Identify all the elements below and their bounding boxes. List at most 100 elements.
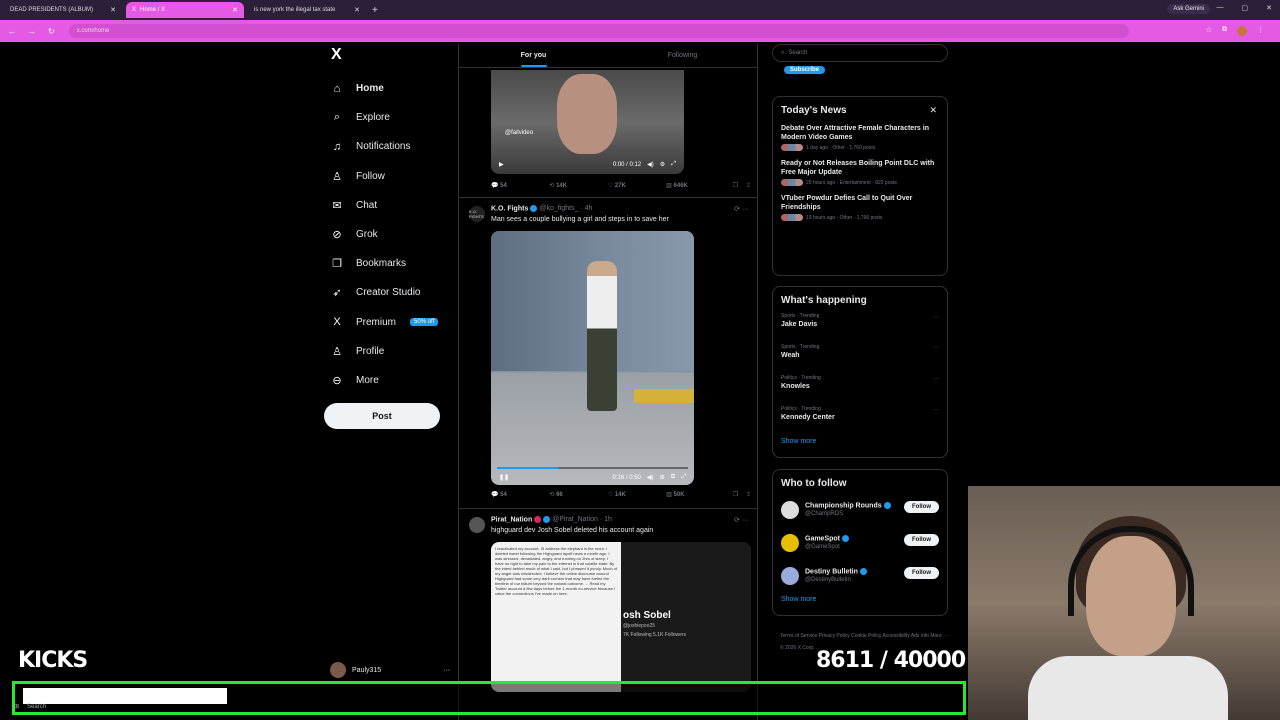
ask-gemini-button[interactable]: Ask Gemini <box>1167 4 1210 14</box>
news-item[interactable]: VTuber Powdur Defies Call to Quit Over F… <box>773 190 947 225</box>
more-dots-icon[interactable]: ··· <box>933 345 939 351</box>
forward-icon[interactable]: → <box>28 27 36 36</box>
nav-item-chat[interactable]: ✉ Chat <box>324 191 454 220</box>
pip-icon[interactable]: ⧉ <box>671 474 675 481</box>
browser-tab-home[interactable]: X Home / X ✕ <box>126 2 244 18</box>
profile-avatar[interactable] <box>1237 26 1247 36</box>
tab-following[interactable]: Following <box>608 44 757 67</box>
extensions-icon[interactable]: ⧉ <box>1222 26 1227 36</box>
x-logo-icon[interactable]: X <box>331 46 454 64</box>
nav-item-profile[interactable]: ♙ Profile <box>324 337 454 366</box>
bookmark-icon[interactable]: ❐ <box>733 491 738 498</box>
star-icon[interactable]: ☆ <box>1206 26 1212 36</box>
minimize-icon[interactable]: — <box>1217 4 1224 12</box>
search-input[interactable]: ⌕ Search <box>772 44 948 62</box>
repost-count: 66 <box>556 492 563 498</box>
browser-tab-music[interactable]: DEAD PRESIDENTS (ALBUM) ✕ <box>4 2 122 18</box>
video-player[interactable]: ❚❚ 0:16 / 0:50 ◀) ⚙ ⧉ ⤢ <box>491 231 694 485</box>
more-dots-icon[interactable]: ··· <box>933 407 939 413</box>
follow-button[interactable]: Follow <box>904 567 939 579</box>
volume-icon[interactable]: ◀) <box>647 161 654 168</box>
account-switcher[interactable]: Pauly315 ··· <box>330 662 450 678</box>
browser-tab-search[interactable]: is new york the illegal tax state ✕ <box>248 2 366 18</box>
avatar[interactable] <box>781 533 799 552</box>
close-tab-icon[interactable]: ✕ <box>232 6 238 14</box>
more-dots-icon[interactable]: ··· <box>933 376 939 382</box>
avatar[interactable] <box>781 500 799 519</box>
repost-button[interactable]: ⟲ 66 <box>549 491 607 498</box>
settings-icon[interactable]: ⚙ <box>660 161 665 168</box>
settings-icon[interactable]: ⚙ <box>660 474 665 481</box>
views-button[interactable]: ▥ 646K <box>666 182 724 189</box>
grok-icon[interactable]: ⟳ <box>734 517 740 524</box>
play-icon[interactable]: ▶ <box>499 161 504 168</box>
subscribe-button[interactable]: Subscribe <box>784 66 826 74</box>
account-name: Pauly315 <box>352 666 382 674</box>
post-image[interactable]: I reactivated my account, I'll address t… <box>491 542 751 692</box>
news-item[interactable]: Ready or Not Releases Boiling Point DLC … <box>773 155 947 190</box>
more-dots-icon[interactable]: ··· <box>443 667 450 674</box>
tab-for-you[interactable]: For you <box>459 44 608 67</box>
avatar[interactable] <box>781 566 799 585</box>
taskbar-search[interactable]: Search <box>27 704 46 710</box>
close-icon[interactable]: ✕ <box>929 105 937 116</box>
more-dots-icon[interactable]: ··· <box>742 206 749 213</box>
close-window-icon[interactable]: ✕ <box>1266 4 1272 12</box>
trend-item[interactable]: Politics · Trending Kennedy Center ··· <box>773 403 947 434</box>
video-player[interactable]: @failvideo ▶ 0:00 / 0:12 ◀) ⚙ ⤢ <box>491 70 684 174</box>
windows-icon[interactable]: ⊞ <box>14 703 19 710</box>
repost-button[interactable]: ⟲ 14K <box>549 182 607 189</box>
post-author[interactable]: K.O. Fights @ko_fights_ · 4h <box>491 205 592 212</box>
news-item[interactable]: Debate Over Attractive Female Characters… <box>773 120 947 155</box>
nav-item-notifications[interactable]: ♫ Notifications <box>324 132 454 161</box>
more-dots-icon[interactable]: ··· <box>742 517 749 524</box>
follow-suggestion[interactable]: GameSpot @GameSpot Follow <box>773 526 947 559</box>
reply-button[interactable]: 💬 54 <box>491 182 549 189</box>
show-more-link[interactable]: Show more <box>773 434 947 453</box>
nav-item-label: More <box>356 374 379 386</box>
views-button[interactable]: ▥ 50K <box>666 491 724 498</box>
reload-icon[interactable]: ↻ <box>48 27 55 36</box>
fullscreen-icon[interactable]: ⤢ <box>681 474 686 481</box>
trend-item[interactable]: Politics · Trending Knowles ··· <box>773 372 947 403</box>
close-tab-icon[interactable]: ✕ <box>110 6 116 14</box>
bookmark-icon[interactable]: ❐ <box>733 182 738 189</box>
follow-button[interactable]: Follow <box>904 501 939 513</box>
nav-item-premium[interactable]: X Premium 50% off <box>324 308 454 337</box>
new-tab-button[interactable]: + <box>372 5 378 16</box>
post-author[interactable]: Pirat_Nation @Pirat_Nation · 1h <box>491 516 612 523</box>
close-tab-icon[interactable]: ✕ <box>354 6 360 14</box>
like-button[interactable]: ♡ 27K <box>608 182 666 189</box>
nav-item-more[interactable]: ⊖ More <box>324 366 454 395</box>
maximize-icon[interactable]: ▢ <box>1242 4 1249 12</box>
avatar[interactable] <box>469 517 485 533</box>
like-button[interactable]: ♡ 14K <box>608 491 666 498</box>
url-input[interactable]: x.com/home <box>68 24 1129 38</box>
follow-button[interactable]: Follow <box>904 534 939 546</box>
video-progress-bar[interactable] <box>497 467 688 469</box>
follow-suggestion[interactable]: Championship Rounds @ChampRDS Follow <box>773 493 947 526</box>
menu-icon[interactable]: ⋮ <box>1257 26 1264 36</box>
avatar[interactable]: K.O. FIGHTS <box>469 206 485 222</box>
share-icon[interactable]: ⇪ <box>746 491 751 498</box>
nav-item-grok[interactable]: ⊘ Grok <box>324 220 454 249</box>
trend-item[interactable]: Sports · Trending Jake Davis ··· <box>773 310 947 341</box>
grok-icon[interactable]: ⟳ <box>734 206 740 213</box>
follow-suggestion[interactable]: Destiny Bulletin @DestinyBulletin Follow <box>773 559 947 592</box>
nav-item-home[interactable]: ⌂ Home <box>324 74 454 103</box>
nav-item-bookmarks[interactable]: ❐ Bookmarks <box>324 249 454 278</box>
nav-item-creator-studio[interactable]: ➶ Creator Studio <box>324 278 454 307</box>
fullscreen-icon[interactable]: ⤢ <box>671 161 676 168</box>
show-more-link[interactable]: Show more <box>773 592 947 611</box>
volume-icon[interactable]: ◀) <box>647 474 654 481</box>
reply-button[interactable]: 💬 54 <box>491 491 549 498</box>
nav-item-follow[interactable]: ♙ Follow <box>324 162 454 191</box>
post-button[interactable]: Post <box>324 403 440 429</box>
trend-item[interactable]: Sports · Trending Weah ··· <box>773 341 947 372</box>
pause-icon[interactable]: ❚❚ <box>499 474 509 481</box>
back-icon[interactable]: ← <box>8 27 16 36</box>
nav-item-explore[interactable]: ⌕ Explore <box>324 103 454 132</box>
share-icon[interactable]: ⇪ <box>746 182 751 189</box>
more-dots-icon[interactable]: ··· <box>933 314 939 320</box>
post-ko-fights[interactable]: K.O. FIGHTS K.O. Fights @ko_fights_ · 4h … <box>459 197 757 498</box>
